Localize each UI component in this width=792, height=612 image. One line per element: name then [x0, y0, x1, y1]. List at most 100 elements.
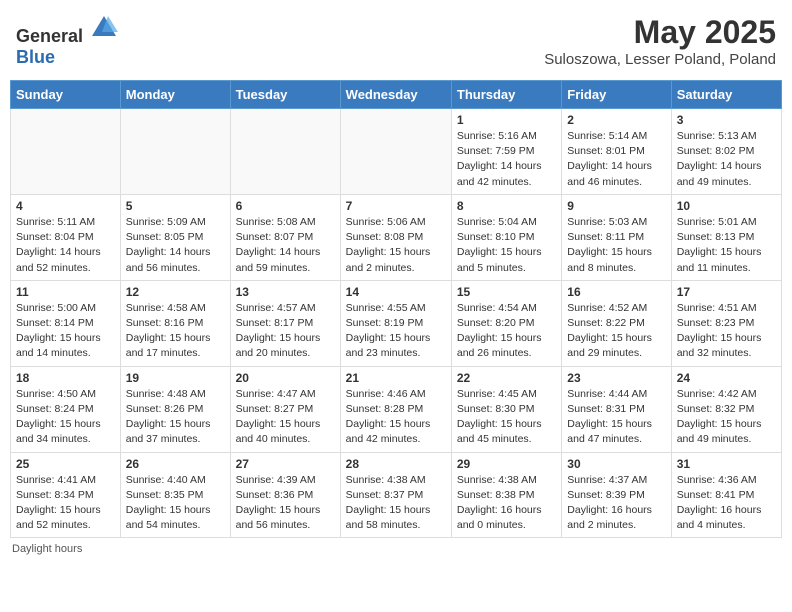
calendar-cell: 27Sunrise: 4:39 AMSunset: 8:36 PMDayligh… — [230, 452, 340, 538]
day-info: Sunrise: 4:42 AMSunset: 8:32 PMDaylight:… — [677, 387, 776, 448]
calendar-title: May 2025 — [544, 14, 776, 51]
day-info: Sunrise: 5:16 AMSunset: 7:59 PMDaylight:… — [457, 129, 556, 190]
calendar-cell: 26 Sunrise: 4:40 AMSunset: 8:35 PMDayligh… — [120, 452, 230, 538]
day-number: 6 — [236, 199, 335, 213]
calendar-cell: 4 Sunrise: 5:11 AMSunset: 8:04 PMDaylight… — [11, 194, 121, 280]
day-number: 15 — [457, 285, 556, 299]
day-info: Sunrise: 5:03 AMSunset: 8:11 PMDaylight:… — [567, 215, 665, 276]
weekday-header-saturday: Saturday — [671, 81, 781, 109]
week-row-3: 11 Sunrise: 5:00 AMSunset: 8:14 PMDayligh… — [11, 280, 782, 366]
logo-text: General Blue — [16, 14, 118, 68]
calendar-cell: 21 Sunrise: 4:46 AMSunset: 8:28 PMDayligh… — [340, 366, 451, 452]
calendar-cell: 9 Sunrise: 5:03 AMSunset: 8:11 PMDaylight… — [562, 194, 671, 280]
day-info: Sunrise: 4:44 AMSunset: 8:31 PMDaylight:… — [567, 387, 665, 448]
week-row-4: 18 Sunrise: 4:50 AMSunset: 8:24 PMDayligh… — [11, 366, 782, 452]
calendar-table: SundayMondayTuesdayWednesdayThursdayFrid… — [10, 80, 782, 538]
calendar-cell: 29 Sunrise: 4:38 AMSunset: 8:38 PMDayligh… — [451, 452, 561, 538]
day-info: Sunrise: 4:38 AMSunset: 8:38 PMDaylight:… — [457, 473, 556, 534]
calendar-cell: 3 Sunrise: 5:13 AMSunset: 8:02 PMDaylight… — [671, 109, 781, 195]
calendar-cell: 28Sunrise: 4:38 AMSunset: 8:37 PMDayligh… — [340, 452, 451, 538]
page-header: General Blue May 2025 Suloszowa, Lesser … — [10, 10, 782, 72]
day-info: Sunrise: 4:51 AMSunset: 8:23 PMDaylight:… — [677, 301, 776, 362]
calendar-cell: 14 Sunrise: 4:55 AMSunset: 8:19 PMDayligh… — [340, 280, 451, 366]
weekday-header-sunday: Sunday — [11, 81, 121, 109]
day-info: Sunrise: 4:37 AMSunset: 8:39 PMDaylight:… — [567, 473, 665, 534]
day-number: 24 — [677, 371, 776, 385]
calendar-cell: 10Sunrise: 5:01 AMSunset: 8:13 PMDayligh… — [671, 194, 781, 280]
calendar-cell: 1Sunrise: 5:16 AMSunset: 7:59 PMDaylight… — [451, 109, 561, 195]
logo-icon — [90, 14, 118, 42]
calendar-cell: 17 Sunrise: 4:51 AMSunset: 8:23 PMDayligh… — [671, 280, 781, 366]
day-number: 16 — [567, 285, 665, 299]
day-number: 19 — [126, 371, 225, 385]
day-number: 9 — [567, 199, 665, 213]
day-info: Sunrise: 5:13 AMSunset: 8:02 PMDaylight:… — [677, 129, 776, 190]
day-info: Sunrise: 4:47 AMSunset: 8:27 PMDaylight:… — [236, 387, 335, 448]
day-info: Sunrise: 5:08 AMSunset: 8:07 PMDaylight:… — [236, 215, 335, 276]
logo-blue: Blue — [16, 47, 55, 67]
day-info: Sunrise: 4:45 AMSunset: 8:30 PMDaylight:… — [457, 387, 556, 448]
day-info: Sunrise: 4:50 AMSunset: 8:24 PMDaylight:… — [16, 387, 115, 448]
calendar-cell: 5 Sunrise: 5:09 AMSunset: 8:05 PMDaylight… — [120, 194, 230, 280]
day-info: Sunrise: 5:14 AMSunset: 8:01 PMDaylight:… — [567, 129, 665, 190]
day-info: Sunrise: 4:57 AMSunset: 8:17 PMDaylight:… — [236, 301, 335, 362]
day-number: 10 — [677, 199, 776, 213]
calendar-cell: 15 Sunrise: 4:54 AMSunset: 8:20 PMDayligh… — [451, 280, 561, 366]
day-number: 21 — [346, 371, 446, 385]
day-info: Sunrise: 5:11 AMSunset: 8:04 PMDaylight:… — [16, 215, 115, 276]
day-info: Sunrise: 4:55 AMSunset: 8:19 PMDaylight:… — [346, 301, 446, 362]
day-number: 27 — [236, 457, 335, 471]
day-number: 8 — [457, 199, 556, 213]
day-info: Sunrise: 4:48 AMSunset: 8:26 PMDaylight:… — [126, 387, 225, 448]
day-number: 26 — [126, 457, 225, 471]
day-number: 28 — [346, 457, 446, 471]
calendar-location: Suloszowa, Lesser Poland, Poland — [544, 51, 776, 68]
day-number: 17 — [677, 285, 776, 299]
day-number: 23 — [567, 371, 665, 385]
calendar-cell: 2Sunrise: 5:14 AMSunset: 8:01 PMDaylight… — [562, 109, 671, 195]
weekday-header-tuesday: Tuesday — [230, 81, 340, 109]
week-row-2: 4 Sunrise: 5:11 AMSunset: 8:04 PMDaylight… — [11, 194, 782, 280]
weekday-header-thursday: Thursday — [451, 81, 561, 109]
calendar-cell: 11 Sunrise: 5:00 AMSunset: 8:14 PMDayligh… — [11, 280, 121, 366]
day-info: Sunrise: 5:00 AMSunset: 8:14 PMDaylight:… — [16, 301, 115, 362]
calendar-cell: 22Sunrise: 4:45 AMSunset: 8:30 PMDayligh… — [451, 366, 561, 452]
day-info: Sunrise: 4:40 AMSunset: 8:35 PMDaylight:… — [126, 473, 225, 534]
day-info: Sunrise: 4:54 AMSunset: 8:20 PMDaylight:… — [457, 301, 556, 362]
day-number: 18 — [16, 371, 115, 385]
calendar-cell: 8 Sunrise: 5:04 AMSunset: 8:10 PMDaylight… — [451, 194, 561, 280]
day-number: 3 — [677, 113, 776, 127]
calendar-cell: 19 Sunrise: 4:48 AMSunset: 8:26 PMDayligh… — [120, 366, 230, 452]
day-info: Sunrise: 4:58 AMSunset: 8:16 PMDaylight:… — [126, 301, 225, 362]
day-number: 7 — [346, 199, 446, 213]
logo-general: General — [16, 26, 83, 46]
day-info: Sunrise: 5:06 AMSunset: 8:08 PMDaylight:… — [346, 215, 446, 276]
day-number: 31 — [677, 457, 776, 471]
day-number: 4 — [16, 199, 115, 213]
day-number: 5 — [126, 199, 225, 213]
day-number: 30 — [567, 457, 665, 471]
day-info: Sunrise: 4:36 AMSunset: 8:41 PMDaylight:… — [677, 473, 776, 534]
day-number: 13 — [236, 285, 335, 299]
day-number: 29 — [457, 457, 556, 471]
calendar-cell: 12 Sunrise: 4:58 AMSunset: 8:16 PMDayligh… — [120, 280, 230, 366]
calendar-cell: 20 Sunrise: 4:47 AMSunset: 8:27 PMDayligh… — [230, 366, 340, 452]
weekday-header-wednesday: Wednesday — [340, 81, 451, 109]
calendar-cell — [340, 109, 451, 195]
day-info: Sunrise: 4:46 AMSunset: 8:28 PMDaylight:… — [346, 387, 446, 448]
day-number: 11 — [16, 285, 115, 299]
day-number: 12 — [126, 285, 225, 299]
day-number: 20 — [236, 371, 335, 385]
day-number: 25 — [16, 457, 115, 471]
calendar-cell: 24 Sunrise: 4:42 AMSunset: 8:32 PMDayligh… — [671, 366, 781, 452]
day-info: Sunrise: 5:09 AMSunset: 8:05 PMDaylight:… — [126, 215, 225, 276]
week-row-5: 25Sunrise: 4:41 AMSunset: 8:34 PMDayligh… — [11, 452, 782, 538]
day-info: Sunrise: 4:52 AMSunset: 8:22 PMDaylight:… — [567, 301, 665, 362]
calendar-cell — [230, 109, 340, 195]
footer-note: Daylight hours — [10, 543, 782, 555]
day-number: 14 — [346, 285, 446, 299]
calendar-cell: 18 Sunrise: 4:50 AMSunset: 8:24 PMDayligh… — [11, 366, 121, 452]
calendar-cell: 16 Sunrise: 4:52 AMSunset: 8:22 PMDayligh… — [562, 280, 671, 366]
day-info: Sunrise: 5:04 AMSunset: 8:10 PMDaylight:… — [457, 215, 556, 276]
week-row-1: 1Sunrise: 5:16 AMSunset: 7:59 PMDaylight… — [11, 109, 782, 195]
